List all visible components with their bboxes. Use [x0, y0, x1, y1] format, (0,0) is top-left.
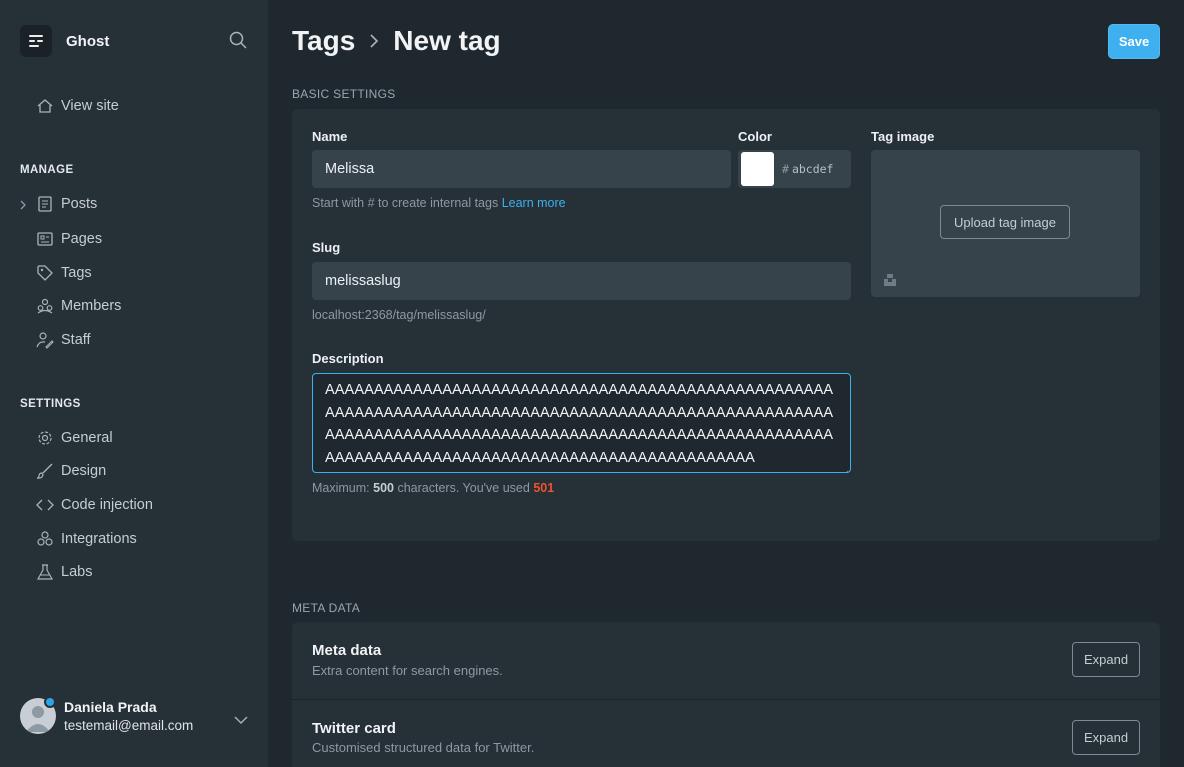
- home-icon: [36, 97, 54, 115]
- sidebar-item-label: Labs: [61, 564, 93, 580]
- hint-max-value: 500: [373, 481, 394, 495]
- search-icon[interactable]: [228, 30, 250, 52]
- user-name: Daniela Prada: [64, 699, 157, 715]
- meta-data-section-label: META DATA: [292, 601, 361, 615]
- color-swatch[interactable]: [741, 152, 774, 186]
- sidebar-item-design[interactable]: Design: [36, 459, 106, 483]
- expand-meta-data-button[interactable]: Expand: [1072, 642, 1140, 677]
- sidebar-item-label: Pages: [61, 231, 103, 247]
- settings-section-label: SETTINGS: [20, 398, 81, 410]
- save-button[interactable]: Save: [1108, 24, 1160, 59]
- expand-twitter-card-button[interactable]: Expand: [1072, 720, 1140, 755]
- meta-row-title: Meta data: [312, 642, 382, 659]
- sidebar-item-code-injection[interactable]: Code injection: [36, 493, 153, 517]
- sidebar-item-members[interactable]: Members: [36, 294, 121, 318]
- breadcrumb-parent[interactable]: Tags: [292, 25, 355, 57]
- upload-tag-image-button[interactable]: Upload tag image: [940, 205, 1070, 239]
- sidebar-item-label: Posts: [61, 196, 98, 212]
- tag-icon: [36, 264, 54, 282]
- basic-settings-label: BASIC SETTINGS: [292, 87, 396, 101]
- sidebar-item-label: Staff: [61, 332, 91, 348]
- brand-name: Ghost: [66, 32, 110, 50]
- breadcrumb: Tags New tag: [292, 25, 501, 57]
- sidebar-item-general[interactable]: General: [36, 426, 113, 450]
- slug-url: localhost:2368/tag/melissaslug/: [312, 308, 486, 322]
- manage-section-label: MANAGE: [20, 164, 74, 176]
- sidebar-item-labs[interactable]: Labs: [36, 560, 92, 584]
- hint-used-count: 501: [533, 481, 555, 495]
- name-hint-text: Start with # to create internal tags: [312, 196, 499, 210]
- sidebar-item-pages[interactable]: Pages: [36, 227, 102, 251]
- view-site-label: View site: [61, 98, 119, 114]
- color-hash: #: [782, 162, 789, 176]
- name-hint: Start with # to create internal tags Lea…: [312, 196, 566, 210]
- description-label: Description: [312, 351, 384, 366]
- pages-icon: [36, 230, 54, 248]
- hint-max-prefix: Maximum:: [312, 481, 370, 495]
- code-icon: [36, 496, 54, 514]
- description-hint: Maximum: 500 characters. You've used 501: [312, 481, 554, 495]
- sidebar-item-integrations[interactable]: Integrations: [36, 527, 137, 551]
- integrations-icon: [36, 530, 54, 548]
- user-email: testemail@email.com: [64, 718, 194, 733]
- learn-more-link[interactable]: Learn more: [502, 196, 566, 210]
- color-hex-input[interactable]: abcdef: [792, 162, 834, 176]
- meta-row-subtitle: Extra content for search engines.: [312, 663, 503, 678]
- slug-input[interactable]: melissaslug: [312, 262, 851, 300]
- view-site-link[interactable]: View site: [36, 94, 119, 118]
- sidebar-item-posts[interactable]: Posts: [36, 192, 97, 216]
- color-label: Color: [738, 129, 772, 144]
- chevron-down-icon[interactable]: [234, 712, 248, 724]
- page-title: New tag: [393, 25, 501, 56]
- status-dot: [44, 696, 56, 708]
- main-content: Tags New tag Save BASIC SETTINGS Name Me…: [268, 0, 1184, 767]
- name-label: Name: [312, 129, 348, 144]
- description-text: AAAAAAAAAAAAAAAAAAAAAAAAAAAAAAAAAAAAAAAA…: [325, 382, 834, 466]
- hint-used-text: characters. You've used: [397, 481, 530, 495]
- staff-icon: [36, 331, 54, 349]
- gear-icon: [36, 429, 54, 447]
- sidebar-item-staff[interactable]: Staff: [36, 328, 91, 352]
- sidebar-item-label: Integrations: [61, 531, 137, 547]
- sidebar-item-label: Code injection: [61, 497, 153, 513]
- meta-row-meta-data: Meta data Extra content for search engin…: [292, 622, 1160, 699]
- basic-settings-card: Name Melissa Start with # to create inte…: [292, 109, 1160, 541]
- slug-label: Slug: [312, 240, 341, 255]
- ghost-logo-icon: [20, 25, 52, 57]
- meta-row-title: Twitter card: [312, 720, 396, 737]
- brand[interactable]: Ghost: [20, 25, 109, 57]
- color-field[interactable]: # abcdef: [738, 150, 851, 188]
- description-textarea[interactable]: AAAAAAAAAAAAAAAAAAAAAAAAAAAAAAAAAAAAAAAA…: [312, 373, 851, 473]
- unsplash-icon[interactable]: [883, 273, 897, 287]
- chevron-right-icon[interactable]: [18, 198, 28, 212]
- meta-card: Meta data Extra content for search engin…: [292, 622, 1160, 767]
- sidebar-item-tags[interactable]: Tags: [36, 261, 92, 285]
- meta-row-subtitle: Customised structured data for Twitter.: [312, 740, 535, 755]
- tag-image-uploader: Upload tag image: [871, 150, 1140, 297]
- sidebar-item-label: Members: [61, 298, 122, 314]
- resize-handle-icon[interactable]: [841, 463, 849, 472]
- posts-icon: [36, 195, 54, 213]
- chevron-right-icon: [367, 31, 381, 51]
- meta-row-twitter-card: Twitter card Customised structured data …: [292, 700, 1160, 767]
- brush-icon: [36, 462, 54, 480]
- sidebar-item-label: General: [61, 430, 113, 446]
- sidebar-item-label: Tags: [61, 265, 92, 281]
- sidebar-item-label: Design: [61, 463, 107, 479]
- tag-image-label: Tag image: [871, 129, 935, 144]
- members-icon: [36, 297, 54, 315]
- flask-icon: [36, 563, 54, 581]
- user-menu[interactable]: Daniela Prada testemail@email.com: [20, 696, 194, 734]
- name-input[interactable]: Melissa: [312, 150, 731, 188]
- sidebar: Ghost View site MANAGE Posts Pages Tags …: [0, 0, 268, 767]
